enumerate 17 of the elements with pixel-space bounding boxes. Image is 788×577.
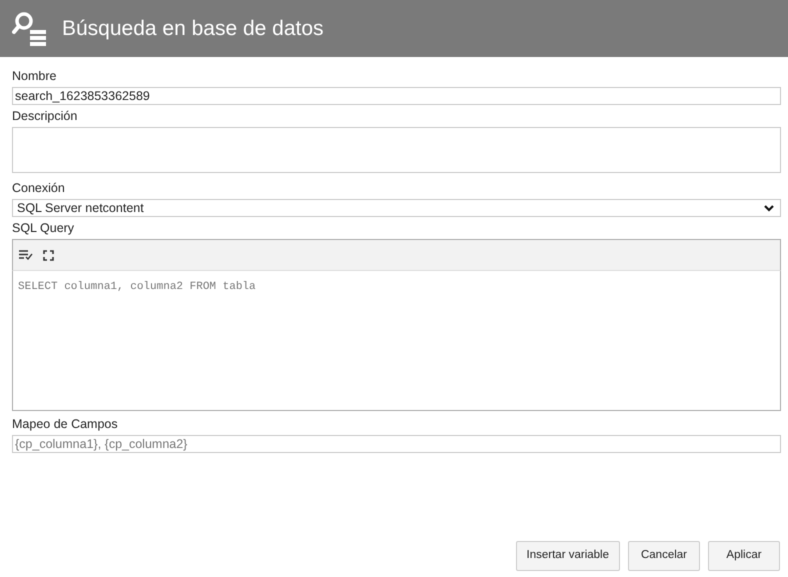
footer-button[interactable]: Cancelar <box>628 541 700 571</box>
field-label: SQL Query <box>12 221 76 235</box>
code-editor[interactable]: SELECT columna1, columna2 FROM tabla <box>12 271 781 411</box>
field-label: Descripción <box>12 109 78 123</box>
field-label: Nombre <box>12 69 58 83</box>
window-title: Búsqueda en base de datos <box>62 16 324 42</box>
footer-button[interactable]: Aplicar <box>708 541 780 571</box>
fullscreen-icon[interactable] <box>43 250 54 260</box>
format-icon[interactable] <box>19 250 33 260</box>
field-label: Conexión <box>12 181 66 195</box>
input-field[interactable]: search_1623853362589 <box>12 87 781 105</box>
database-search-icon <box>12 10 48 46</box>
footer-button[interactable]: Insertar variable <box>516 541 620 571</box>
select-field[interactable]: SQL Server netcontent <box>12 199 781 217</box>
chevron-down-icon <box>764 204 774 212</box>
field-label: Mapeo de Campos <box>12 417 119 431</box>
input-field[interactable]: {cp_columna1}, {cp_columna2} <box>12 435 781 453</box>
